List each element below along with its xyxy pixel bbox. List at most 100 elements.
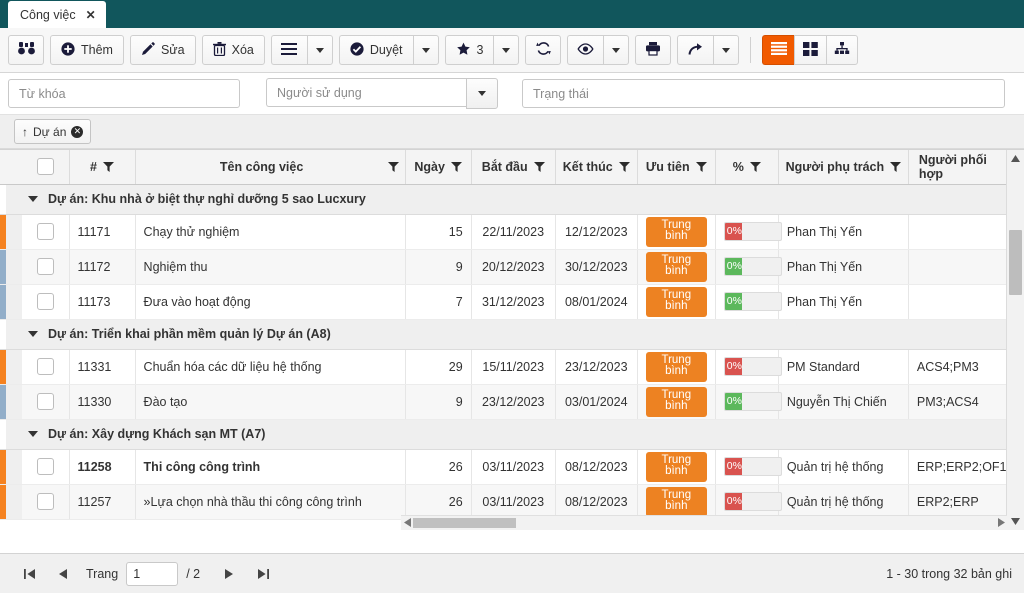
column-header-end[interactable]: Kết thúc [555, 150, 638, 185]
view-grid-button[interactable] [794, 35, 827, 65]
column-header-owner[interactable]: Người phụ trách [778, 150, 909, 185]
search-button[interactable] [8, 35, 44, 65]
select-all-header[interactable] [22, 150, 70, 185]
priority-badge: Trung bình [645, 216, 707, 247]
filter-icon[interactable] [695, 161, 707, 172]
remove-icon[interactable]: ✕ [71, 125, 84, 138]
row-select-cell[interactable] [22, 214, 70, 250]
filter-icon[interactable] [533, 161, 545, 172]
filter-icon[interactable] [890, 161, 902, 172]
chevron-down-icon[interactable] [28, 431, 38, 437]
prev-page-button[interactable] [46, 568, 80, 579]
column-header-days[interactable]: Ngày [405, 150, 472, 185]
column-header-start[interactable]: Bắt đầu [471, 150, 556, 185]
table-row[interactable]: 11173 Đưa vào hoạt động 7 31/12/2023 08/01/2… [0, 284, 1008, 320]
add-button[interactable]: Thêm [50, 35, 124, 65]
select-all-checkbox[interactable] [36, 158, 54, 176]
preview-button[interactable] [567, 35, 604, 65]
close-icon[interactable]: ✕ [86, 9, 96, 21]
edit-button[interactable]: Sửa [129, 35, 196, 65]
status-input[interactable]: Trạng thái [522, 79, 1005, 108]
view-list-button[interactable] [762, 35, 795, 65]
row-select-cell[interactable] [22, 284, 70, 320]
column-header-name[interactable]: Tên công việc [135, 150, 406, 185]
refresh-button[interactable] [525, 35, 562, 65]
delete-button[interactable]: Xóa [201, 35, 265, 65]
filter-icon[interactable] [103, 161, 114, 172]
table-row[interactable]: 11330 Đào tạo 9 23/12/2023 03/01/2024 Trung b… [0, 384, 1008, 420]
group-title-cell[interactable]: Dự án: Xây dựng Khách sạn MT (A7) [6, 419, 406, 450]
keyword-input[interactable]: Từ khóa [8, 79, 240, 108]
print-button[interactable] [635, 35, 672, 65]
hamburger-icon [281, 42, 298, 58]
scroll-down-icon[interactable] [1007, 513, 1024, 530]
column-label: Ưu tiên [645, 159, 690, 174]
row-checkbox[interactable] [36, 458, 54, 475]
favorite-button[interactable]: 3 [444, 35, 494, 65]
approve-dropdown-button[interactable] [412, 35, 439, 65]
column-header-collab[interactable]: Người phối hợp [908, 150, 1008, 185]
last-page-button[interactable] [246, 568, 280, 579]
group-header-row[interactable]: Dự án: Xây dựng Khách sạn MT (A7) [0, 419, 1007, 450]
scroll-right-icon[interactable] [996, 517, 1006, 528]
first-page-button[interactable] [12, 568, 46, 579]
plus-circle-icon [61, 41, 75, 59]
next-page-button[interactable] [212, 568, 246, 579]
column-header-priority[interactable]: Ưu tiên [637, 150, 716, 185]
horizontal-scroll-thumb[interactable] [413, 518, 516, 528]
user-dropdown-button[interactable] [466, 78, 498, 109]
row-select-cell[interactable] [22, 484, 70, 520]
cell-collab: ERP2;ERP [908, 484, 1008, 520]
delete-label: Xóa [231, 43, 254, 57]
filter-icon[interactable] [450, 161, 462, 172]
scroll-left-icon[interactable] [402, 517, 412, 528]
row-checkbox[interactable] [36, 393, 54, 410]
row-select-cell[interactable] [22, 249, 70, 285]
group-chip-du-an[interactable]: ↑ Dự án ✕ [14, 119, 92, 144]
vertical-scrollbar[interactable] [1006, 150, 1024, 530]
group-title-cell[interactable]: Dự án: Triển khai phần mềm quản lý Dự án… [6, 319, 406, 350]
filter-icon[interactable] [387, 161, 399, 172]
cell-start: 20/12/2023 [471, 249, 556, 285]
row-select-cell[interactable] [22, 349, 70, 385]
row-checkbox[interactable] [36, 493, 54, 510]
menu-dropdown-button[interactable] [306, 35, 333, 65]
table-row[interactable]: 11257 »Lựa chọn nhà thầu thi công công tr… [0, 484, 1008, 520]
preview-dropdown-button[interactable] [603, 35, 630, 65]
tab-cong-viec[interactable]: Công việc ✕ [8, 1, 106, 28]
row-select-cell[interactable] [22, 449, 70, 485]
row-checkbox[interactable] [36, 358, 54, 375]
chevron-down-icon [421, 47, 430, 53]
filter-icon[interactable] [749, 161, 761, 172]
horizontal-scrollbar[interactable] [401, 515, 1007, 530]
share-button[interactable] [677, 35, 714, 65]
group-header-row[interactable]: Dự án: Triển khai phần mềm quản lý Dự án… [0, 319, 1007, 350]
user-input[interactable]: Người sử dụng [266, 78, 466, 107]
menu-button[interactable] [270, 35, 307, 65]
page-input[interactable]: 1 [126, 561, 179, 586]
table-row[interactable]: 11172 Nghiệm thu 9 20/12/2023 30/12/2023 Trun… [0, 249, 1008, 285]
progress-bar: 0% [723, 292, 782, 311]
row-checkbox[interactable] [36, 293, 54, 310]
group-title: Dự án: Khu nhà ở biệt thự nghỉ dưỡng 5 s… [48, 192, 366, 206]
scroll-up-icon[interactable] [1007, 150, 1024, 167]
chevron-down-icon[interactable] [28, 196, 38, 202]
table-row[interactable]: 11171 Chạy thử nghiệm 15 22/11/2023 12/12/20… [0, 214, 1008, 250]
share-dropdown-button[interactable] [713, 35, 740, 65]
approve-button[interactable]: Duyệt [338, 35, 413, 65]
vertical-scroll-thumb[interactable] [1009, 230, 1022, 295]
row-checkbox[interactable] [36, 223, 54, 240]
view-tree-button[interactable] [826, 35, 859, 65]
cell-name: Đưa vào hoạt động [135, 284, 406, 320]
row-select-cell[interactable] [22, 384, 70, 420]
row-checkbox[interactable] [36, 258, 54, 275]
column-header-id[interactable]: # [69, 150, 136, 185]
chevron-down-icon[interactable] [28, 331, 38, 337]
table-row[interactable]: 11331 Chuẩn hóa các dữ liệu hệ thống 29 15/… [0, 349, 1008, 385]
filter-icon[interactable] [618, 161, 630, 172]
column-header-percent[interactable]: % [715, 150, 779, 185]
group-title-cell[interactable]: Dự án: Khu nhà ở biệt thự nghỉ dưỡng 5 s… [6, 184, 406, 215]
group-header-row[interactable]: Dự án: Khu nhà ở biệt thự nghỉ dưỡng 5 s… [0, 184, 1007, 215]
table-row[interactable]: 11258 Thi công công trình 26 03/11/2023 08/1… [0, 449, 1008, 485]
favorite-dropdown-button[interactable] [493, 35, 520, 65]
